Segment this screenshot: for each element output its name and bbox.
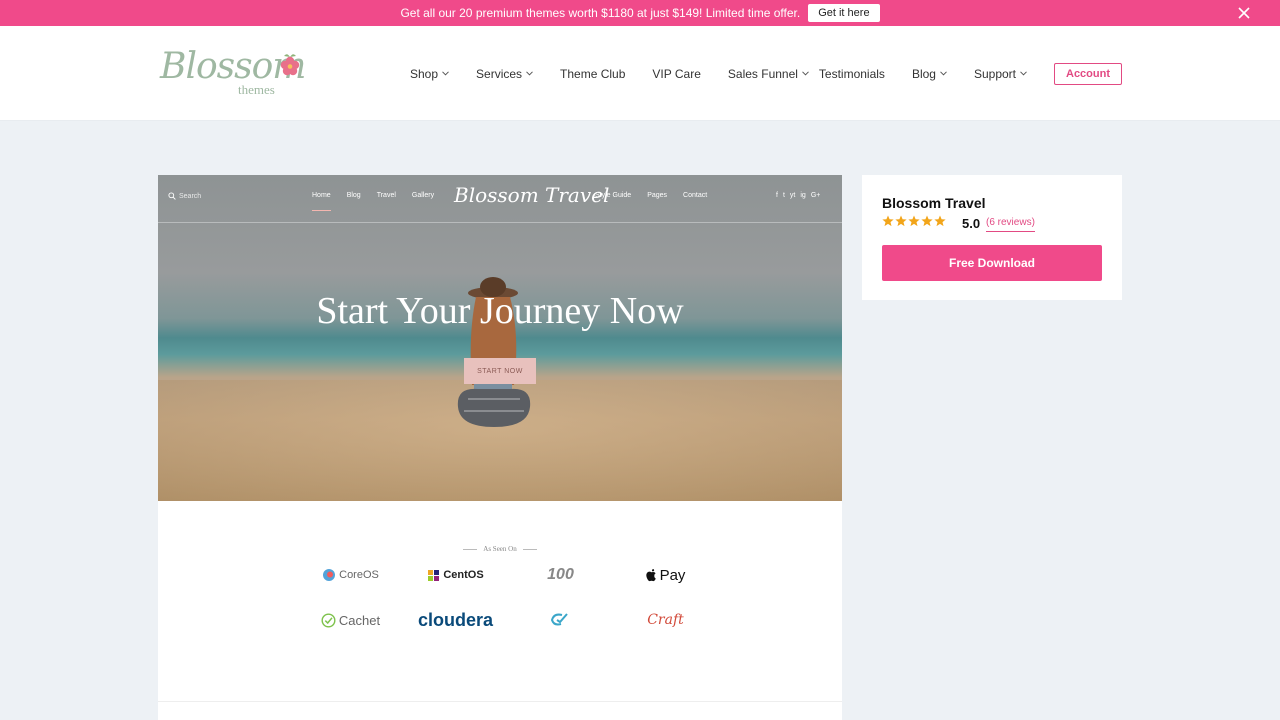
star-icon [895,215,907,227]
cachet-label: Cachet [338,612,381,628]
hundred-logo: 100 [508,565,613,585]
coreos-logo: CoreOS [298,565,403,585]
cloudera-logo: cloudera [403,610,508,630]
chevron-down-icon [802,71,809,76]
nav-services-label: Services [476,66,523,81]
nav-shop-label: Shop [410,66,439,81]
brand-logos: CoreOS CentOS 100 Pay Cachet cloudera Cr… [298,565,718,630]
preview-brand-logo: Blossom Travel [454,183,610,207]
preview-menu-blog: Blog [346,192,361,199]
twitter-icon: t [782,192,785,199]
account-button[interactable]: Account [1054,62,1122,85]
nav-testimonials[interactable]: Testimonials [819,67,885,81]
divider [463,548,478,550]
preview-menu-left: Home Blog Travel Gallery [312,192,434,211]
preview-search-label: Search [179,192,202,200]
star-icon [908,215,920,227]
centos-icon [428,569,440,581]
youtube-icon: yt [789,192,796,199]
preview-search: Search [168,192,201,200]
preview-navbar: Search Home Blog Travel Gallery Blossom … [158,175,842,223]
main-nav: Shop Services Theme Club VIP Care Sales … [410,26,809,121]
promo-get-it-button[interactable]: Get it here [808,4,880,22]
nav-support-label: Support [973,66,1016,81]
cloudera-label: cloudera [417,609,494,630]
nav-testimonials-label: Testimonials [818,66,885,81]
flower-icon [280,54,300,76]
apple-pay-label: Pay [659,566,686,584]
star-icon [921,215,933,227]
preview-menu-travel: Travel [376,192,396,199]
nav-sales-funnel[interactable]: Sales Funnel [728,67,809,81]
nav-vip-care[interactable]: VIP Care [652,67,700,81]
instagram-icon: ig [800,192,806,199]
rating-value: 5.0 [962,216,981,231]
close-icon[interactable] [1236,5,1252,21]
nav-blog-label: Blog [911,66,936,81]
nav-theme-club[interactable]: Theme Club [560,67,625,81]
chevron-down-icon [442,71,449,76]
divider [158,701,842,702]
coreos-icon [323,569,336,581]
theme-preview: Search Home Blog Travel Gallery Blossom … [158,175,842,720]
preview-social-icons: f t yt ig G+ [776,192,820,199]
facebook-icon: f [776,192,778,199]
preview-menu-style-guide: Style Guide [595,192,632,199]
preview-menu-pages: Pages [647,192,668,199]
logo-subtitle: themes [238,82,275,97]
nav-blog[interactable]: Blog [912,67,947,81]
preview-menu-gallery: Gallery [411,192,435,199]
star-icon [882,215,894,227]
search-icon [168,192,176,200]
product-title: Blossom Travel [882,195,986,211]
star-icon [934,215,946,227]
nav-sales-funnel-label: Sales Funnel [727,66,798,81]
preview-start-now-button: START NOW [464,358,536,384]
chevron-down-icon [526,71,533,76]
preview-menu-home: Home [312,192,331,211]
nav-support[interactable]: Support [974,67,1027,81]
cachet-logo: Cachet [298,610,403,630]
preview-menu-contact: Contact [683,192,708,199]
chevron-down-icon [940,71,947,76]
swirl-icon [550,613,568,626]
swirl-brand-logo [508,610,613,630]
nav-services[interactable]: Services [476,67,533,81]
logo[interactable]: Blossom themes [156,40,306,108]
preview-menu-right: Style Guide Pages Contact [595,192,707,199]
nav-theme-club-label: Theme Club [560,66,626,81]
product-card: Blossom Travel 5.0 (6 reviews) Free Down… [862,175,1122,300]
craft-label: Craft [647,612,684,628]
promo-bar: Get all our 20 premium themes worth $118… [0,0,1280,26]
as-seen-on-heading: As Seen On [158,545,842,553]
hundred-label: 100 [547,566,574,583]
preview-hero-title: Start Your Journey Now [316,290,684,332]
as-seen-on-label: As Seen On [483,545,517,553]
free-download-button[interactable]: Free Download [882,245,1102,281]
site-header: Blossom themes Shop Services Theme Club … [0,26,1280,121]
centos-label: CentOS [443,569,484,581]
promo-text: Get all our 20 premium themes worth $118… [400,6,801,20]
nav-shop[interactable]: Shop [410,67,449,81]
google-plus-icon: G+ [810,192,821,199]
apple-icon [645,568,656,581]
reviews-link[interactable]: (6 reviews) [986,217,1035,232]
craft-logo: Craft [613,610,718,630]
preview-hero: Search Home Blog Travel Gallery Blossom … [158,175,842,501]
coreos-label: CoreOS [339,569,379,581]
check-circle-icon [321,612,336,628]
chevron-down-icon [1020,71,1027,76]
apple-pay-logo: Pay [613,565,718,585]
nav-vip-care-label: VIP Care [652,66,701,81]
secondary-nav: Testimonials Blog Support Account [819,26,1122,121]
star-rating [882,215,946,227]
centos-logo: CentOS [403,565,508,585]
divider [522,548,537,550]
